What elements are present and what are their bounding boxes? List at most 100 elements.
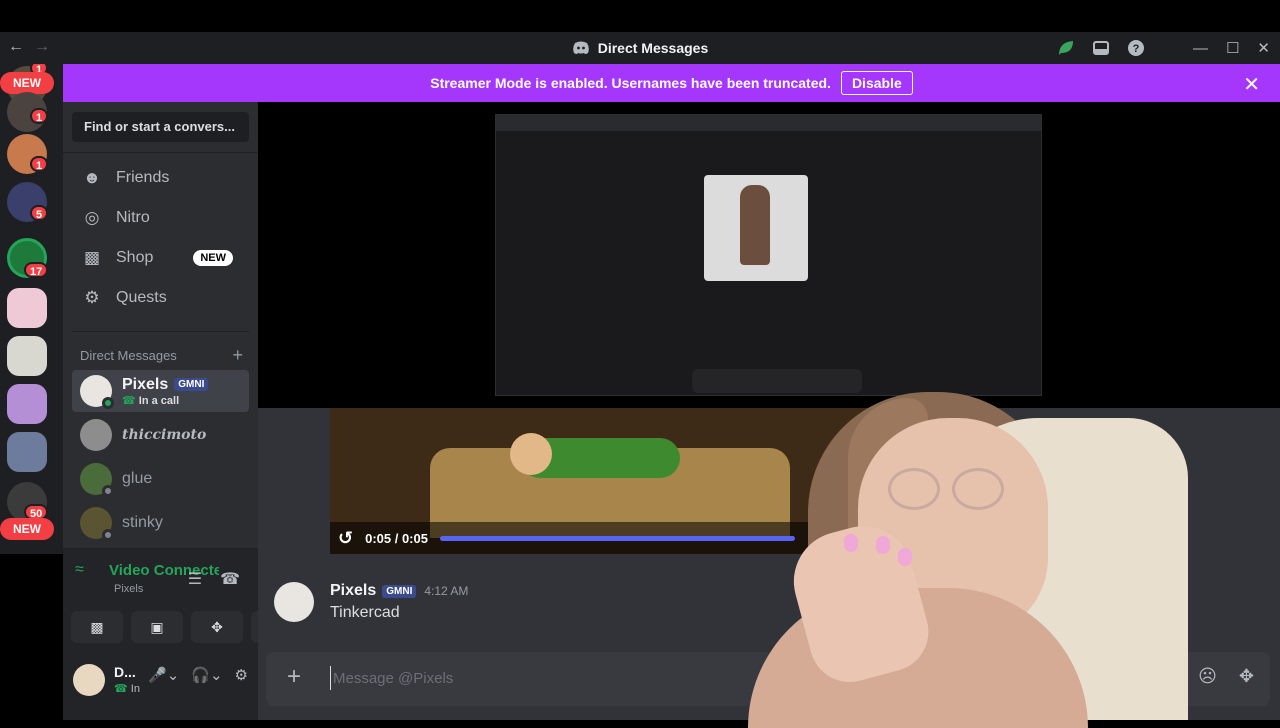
message-input[interactable] — [330, 666, 730, 690]
avatar[interactable] — [274, 582, 314, 622]
user-status-text: In — [130, 683, 140, 695]
os-top-strip — [0, 0, 1280, 32]
message-time: 4:12 AM — [424, 584, 469, 598]
nitro-icon: ◎ — [84, 208, 100, 227]
minimize-icon[interactable]: — — [1193, 40, 1208, 57]
quests-icon: ⚙ — [84, 288, 100, 307]
settings-gear-icon[interactable]: ⚙ — [235, 666, 248, 684]
nav-friends[interactable]: ☻ Friends — [72, 158, 249, 198]
leaf-icon[interactable] — [1057, 39, 1075, 57]
search-input[interactable]: Find or start a convers... — [72, 112, 249, 142]
emoji-icon[interactable]: ☹ — [1198, 666, 1217, 687]
divider — [63, 152, 258, 153]
screen-share-button[interactable]: ▣ — [131, 611, 183, 643]
dm-name-text: Pixels — [122, 375, 169, 393]
shared-screen-image — [495, 114, 1042, 396]
svg-text:?: ? — [1133, 43, 1140, 55]
replay-icon[interactable]: ↺ — [338, 528, 353, 549]
nav-quests[interactable]: ⚙ Quests — [72, 278, 249, 318]
voice-panel: ≈ Video Connected Pixels ☰ ☎ ▩ ▣ ✥ ✦ — [63, 548, 303, 648]
call-status-text: In a call — [138, 394, 180, 407]
avatar — [80, 463, 114, 497]
video-progress-bar[interactable] — [439, 535, 795, 541]
call-status: ☎ In a call — [122, 394, 208, 407]
close-window-icon[interactable]: ✕ — [1257, 39, 1270, 57]
video-frame-head — [510, 433, 552, 475]
avatar[interactable] — [73, 664, 105, 696]
dm-header-label: Direct Messages — [80, 348, 177, 363]
message-body: Tinkercad — [330, 604, 400, 621]
help-icon[interactable]: ? — [1127, 39, 1145, 57]
dm-header: Direct Messages + — [80, 346, 243, 364]
window-title-text: Direct Messages — [597, 40, 709, 56]
server-icon[interactable] — [7, 336, 47, 376]
nav-label: Nitro — [116, 209, 150, 226]
dm-name: Pixels GMNI — [122, 375, 209, 394]
phone-icon: ☎ — [114, 683, 128, 695]
nav-label: Shop — [116, 249, 154, 266]
phone-icon: ☎ — [122, 394, 136, 407]
guild-tag-badge: GMNI — [174, 378, 209, 391]
message-author[interactable]: Pixels — [330, 582, 376, 600]
shop-icon: ▩ — [83, 248, 101, 267]
disconnect-icon[interactable]: ☎ — [220, 569, 240, 589]
webcam-glasses-left — [888, 468, 940, 510]
nav-label: Quests — [116, 289, 167, 306]
dm-sidebar: Find or start a convers... ☻ Friends ◎ N… — [63, 102, 303, 720]
nav-shop[interactable]: ▩ Shop NEW — [72, 238, 249, 278]
camera-off-button[interactable]: ▩ — [71, 611, 123, 643]
offline-status — [102, 485, 114, 497]
dm-item-glue[interactable]: glue — [72, 458, 249, 500]
dm-name-text: glue — [122, 470, 153, 487]
dm-item-stinky[interactable]: stinky — [72, 502, 249, 544]
disable-button[interactable]: Disable — [840, 71, 913, 95]
activities-button[interactable]: ✥ — [191, 611, 243, 643]
server-icon[interactable] — [7, 432, 47, 472]
new-pill: NEW — [0, 518, 54, 540]
maximize-icon[interactable]: ☐ — [1226, 39, 1239, 57]
dm-item-thiccimoto[interactable]: thiccimoto — [72, 414, 249, 456]
server-icon[interactable] — [7, 384, 47, 424]
window-controls: ? — ☐ ✕ — [1057, 32, 1280, 64]
webcam-nail — [898, 548, 912, 566]
inbox-icon[interactable] — [1092, 40, 1109, 56]
server-rail: 1 NEW 1 1 5 17 50 NEW — [0, 64, 63, 554]
webcam-overlay — [748, 388, 1188, 728]
add-dm-icon[interactable]: + — [232, 346, 243, 364]
avatar — [80, 507, 114, 541]
add-attachment-icon[interactable]: + — [282, 665, 306, 689]
video-time: 0:05 / 0:05 — [365, 530, 428, 546]
close-icon[interactable]: ✕ — [1243, 72, 1260, 97]
user-panel: D... ☎ In 🎤⌄ 🎧⌄ ⚙ — [63, 648, 258, 720]
unread-badge: 1 — [30, 108, 49, 124]
user-status: ☎ In — [114, 682, 140, 695]
new-pill: NEW — [0, 72, 54, 94]
headphones-icon[interactable]: 🎧⌄ — [191, 666, 222, 684]
guild-tag-badge: GMNI — [382, 584, 417, 598]
soundboard-icon[interactable]: ☰ — [188, 569, 202, 589]
online-status — [102, 397, 114, 409]
figurine — [740, 185, 770, 265]
dm-name-text: thiccimoto — [122, 427, 207, 443]
chat-area: ↺ 0:05 / 0:05 🔈 Pixels GMNI 4:12 AM Tink… — [258, 102, 1280, 728]
apps-icon[interactable]: ✥ — [1239, 666, 1254, 687]
nav-nitro[interactable]: ◎ Nitro — [72, 198, 249, 238]
avatar — [80, 375, 114, 409]
banner-text: Streamer Mode is enabled. Usernames have… — [430, 75, 831, 91]
message-header: Pixels GMNI 4:12 AM — [330, 582, 468, 600]
composer-actions: ☹ ✥ — [1198, 666, 1254, 687]
user-name: D... — [114, 664, 136, 680]
camera-off-icon: ▩ — [90, 618, 104, 635]
browser-bar — [496, 115, 1041, 131]
dm-item-pixels[interactable]: Pixels GMNI ☎ In a call — [72, 370, 249, 412]
nav-label: Friends — [116, 169, 170, 186]
server-icon[interactable] — [7, 288, 47, 328]
unread-badge: 17 — [24, 262, 49, 278]
screen-share-stream[interactable] — [258, 102, 1280, 408]
divider — [72, 331, 249, 332]
activities-icon: ✥ — [211, 618, 223, 635]
signal-icon: ≈ — [75, 561, 84, 578]
avatar — [80, 419, 112, 451]
discord-logo-icon — [572, 41, 589, 54]
microphone-icon[interactable]: 🎤⌄ — [148, 666, 179, 684]
